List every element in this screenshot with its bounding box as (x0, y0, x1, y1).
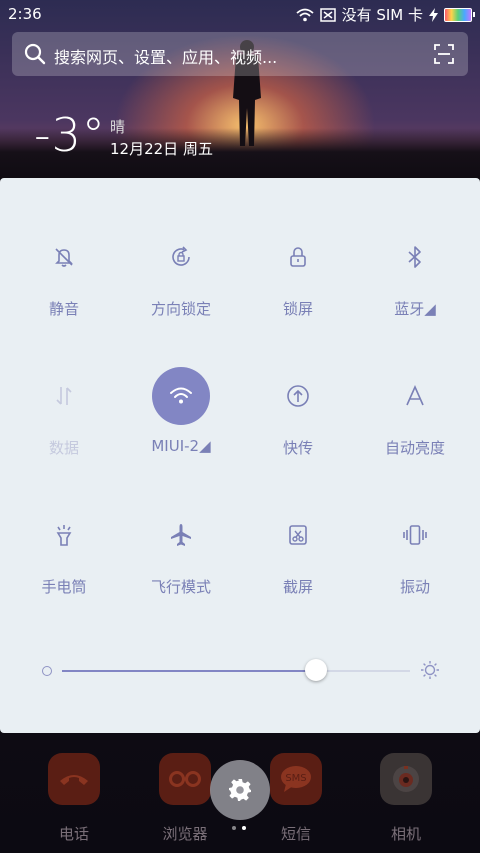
camera-icon (380, 753, 432, 805)
toggle-wifi-label: MIUI-2◢ (151, 437, 211, 455)
status-time: 2:36 (8, 5, 42, 23)
dock-app-label: 电话 (58, 825, 89, 843)
brightness-slider[interactable] (62, 670, 410, 672)
transfer-icon (269, 367, 327, 425)
battery-icon (444, 7, 475, 22)
toggle-airplane-mode-label: 飞行模式 (150, 578, 211, 596)
gear-icon (229, 779, 251, 801)
toggle-rotation-lock-label: 方向锁定 (150, 300, 211, 318)
toggle-bluetooth[interactable]: 蓝牙◢ (355, 228, 475, 328)
page-dot-current (242, 826, 246, 830)
toggle-airplane-mode[interactable]: 飞行模式 (121, 506, 241, 606)
toggle-mute[interactable]: 静音 (4, 228, 124, 328)
brightness-low-icon (42, 666, 52, 676)
toggle-mobile-data-label: 数据 (48, 439, 79, 457)
search-icon (24, 43, 46, 65)
carrier-text: 没有 SIM 卡 (341, 6, 423, 24)
toggle-mute-label: 静音 (48, 300, 79, 318)
lock-icon (269, 228, 327, 286)
toggle-lock-screen[interactable]: 锁屏 (238, 228, 358, 328)
dock-app-label: 浏览器 (162, 825, 208, 843)
toggle-vibrate-label: 振动 (399, 578, 430, 596)
toggle-vibrate[interactable]: 振动 (355, 506, 475, 606)
vibrate-icon (386, 506, 444, 564)
brightness-slider-fill (62, 670, 316, 672)
status-bar: 2:36 没有 SIM 卡 (0, 0, 480, 28)
phone-icon (48, 753, 100, 805)
sms-icon: SMS (270, 753, 322, 805)
toggle-auto-brightness-label: 自动亮度 (384, 439, 445, 457)
wifi-icon (152, 367, 210, 425)
toggle-auto-brightness[interactable]: 自动亮度 (355, 367, 475, 467)
toggle-screenshot-label: 截屏 (282, 578, 313, 596)
toggle-rotation-lock[interactable]: 方向锁定 (121, 228, 241, 328)
status-icons: 没有 SIM 卡 (295, 4, 475, 25)
bluetooth-icon (386, 228, 444, 286)
weather-temperature: -3° (34, 108, 106, 162)
wifi-signal-icon (295, 8, 314, 21)
brightness-high-icon (421, 661, 439, 679)
airplane-icon (152, 506, 210, 564)
dock-app-label: 短信 (280, 825, 311, 843)
toggle-bluetooth-label: 蓝牙◢ (394, 300, 436, 318)
weather-date: 12月22日 周五 (110, 140, 213, 158)
dock-app-camera[interactable]: 相机 (369, 753, 443, 844)
dock-app-sms[interactable]: SMS 短信 (259, 753, 333, 844)
search-input[interactable]: 搜索网页、设置、应用、视频... (54, 44, 277, 68)
no-sim-icon (319, 7, 336, 22)
toggle-quick-transfer-label: 快传 (282, 439, 313, 457)
toggle-quick-transfer[interactable]: 快传 (238, 367, 358, 467)
weather-condition: 晴 (110, 118, 126, 136)
dock-app-phone[interactable]: 电话 (37, 753, 111, 844)
toggle-screenshot[interactable]: 截屏 (238, 506, 358, 606)
toggle-wifi[interactable]: MIUI-2◢ (121, 367, 241, 467)
scan-icon[interactable] (434, 44, 454, 64)
charging-bolt-icon (429, 7, 438, 22)
browser-icon (159, 753, 211, 805)
mute-bell-icon (35, 228, 93, 286)
flashlight-icon (35, 506, 93, 564)
page-dot (232, 826, 236, 830)
screenshot-icon (269, 506, 327, 564)
svg-text:SMS: SMS (285, 773, 306, 784)
brightness-slider-thumb[interactable] (305, 659, 327, 681)
page-indicator (232, 826, 246, 830)
toggle-flashlight[interactable]: 手电筒 (4, 506, 124, 606)
toggle-mobile-data[interactable]: 数据 (4, 367, 124, 467)
auto-brightness-icon (386, 367, 444, 425)
dock-app-label: 相机 (390, 825, 421, 843)
rotation-lock-icon (152, 228, 210, 286)
toggle-lock-screen-label: 锁屏 (282, 300, 313, 318)
mobile-data-icon (35, 367, 93, 425)
settings-button[interactable] (210, 760, 270, 820)
toggle-flashlight-label: 手电筒 (41, 578, 87, 596)
search-bar[interactable]: 搜索网页、设置、应用、视频... (12, 32, 468, 76)
